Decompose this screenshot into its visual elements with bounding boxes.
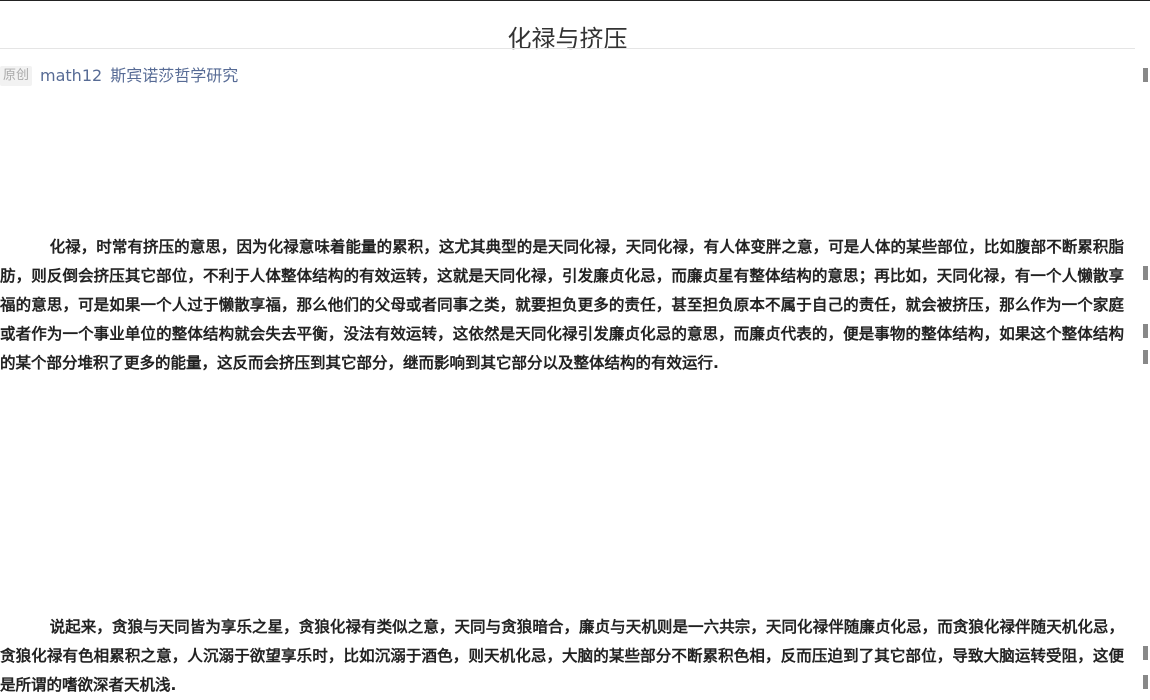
article-meta: 原创 math12 斯宾诺莎哲学研究 [0,64,238,88]
author-link[interactable]: math12 [40,64,102,88]
title-divider [0,48,1135,49]
overflow-glyph [1143,266,1148,280]
article: 化禄与挤压 原创 math12 斯宾诺莎哲学研究 化禄，时常有挤压的意思，因为化… [0,0,1135,694]
paragraph-2: 说起来，贪狼与天同皆为享乐之星，贪狼化禄有类似之意，天同与贪狼暗合，廉贞与天机则… [0,618,1124,694]
account-name-link[interactable]: 斯宾诺莎哲学研究 [110,64,238,88]
paragraph-1: 化禄，时常有挤压的意思，因为化禄意味着能量的累积，这尤其典型的是天同化禄，天同化… [0,238,1124,372]
overflow-glyph [1143,646,1148,660]
overflow-glyph [1143,675,1148,689]
original-badge: 原创 [0,66,33,86]
right-edge-overflow [1140,40,1150,693]
overflow-glyph [1143,350,1148,364]
overflow-glyph [1143,68,1148,82]
overflow-glyph [1143,324,1148,338]
article-title: 化禄与挤压 [507,25,628,54]
